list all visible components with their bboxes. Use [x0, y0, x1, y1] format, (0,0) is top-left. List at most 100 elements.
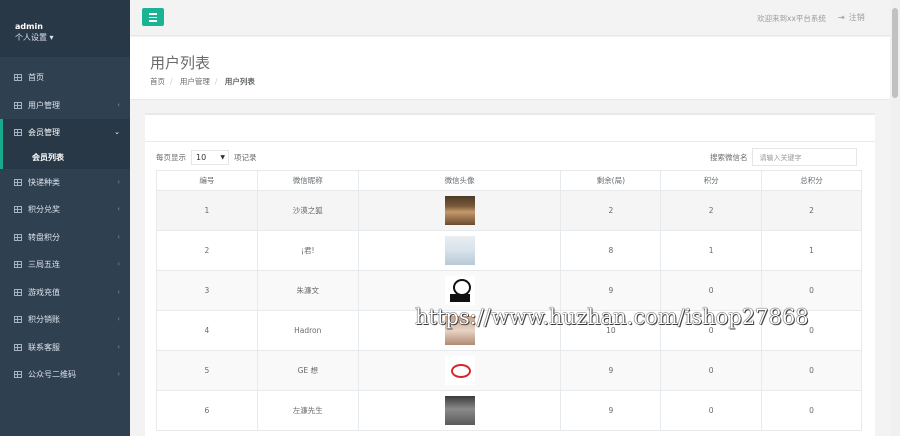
cell-id: 4	[156, 310, 258, 351]
sidebar-item-wheel-points[interactable]: 转盘积分 ‹	[0, 224, 130, 252]
chevron-left-icon: ‹	[117, 260, 120, 268]
page-title: 用户列表	[150, 54, 211, 72]
grid-icon	[14, 316, 22, 324]
profile-settings-menu[interactable]: 个人设置 ▾	[15, 32, 130, 44]
grid-icon	[14, 101, 22, 109]
col-header-points[interactable]: 积分	[660, 170, 763, 191]
sidebar-item-points-writeoff[interactable]: 积分销账 ‹	[0, 306, 130, 334]
page-scrollbar[interactable]	[890, 0, 900, 436]
page-header: 用户列表 首页 / 用户管理 / 用户列表	[130, 37, 890, 100]
col-header-avatar[interactable]: 微信头像	[357, 170, 562, 191]
cell-avatar	[357, 390, 562, 431]
caret-down-icon: ▼	[220, 154, 225, 161]
welcome-text: 欢迎来到xx平台系统	[757, 14, 826, 23]
col-header-nickname[interactable]: 微信昵称	[256, 170, 359, 191]
grid-icon	[14, 74, 22, 82]
sidebar-item-qr-code[interactable]: 公众号二维码 ‹	[0, 361, 130, 389]
chevron-left-icon: ‹	[117, 205, 120, 213]
grid-icon	[14, 261, 22, 269]
sidebar-item-contact-support[interactable]: 联系客服 ‹	[0, 334, 130, 362]
cell-remaining: 9	[560, 350, 662, 391]
scrollbar-thumb[interactable]	[892, 8, 898, 98]
cell-id: 2	[156, 230, 258, 271]
sidebar-item-user-management[interactable]: 用户管理 ‹	[0, 92, 130, 120]
sign-out-icon: ⇥	[838, 13, 845, 22]
sidebar-item-points-redeem[interactable]: 积分兑奖 ‹	[0, 196, 130, 224]
cell-avatar	[357, 190, 562, 231]
chevron-left-icon: ‹	[117, 100, 120, 109]
grid-icon	[14, 288, 22, 296]
cell-remaining: 9	[560, 390, 662, 431]
cell-id: 6	[156, 390, 258, 431]
member-table: 编号 微信昵称 微信头像 剩余(局) 积分 总积分 1 沙漠之狐 2 2 2 2…	[156, 170, 862, 431]
cell-points: 1	[660, 230, 763, 271]
cell-nickname: GE 想	[256, 350, 359, 391]
sidebar-nav: 首页 用户管理 ‹ 会员管理 ⌄ 会员列表 快递种类 ‹ 积分兑奖 ‹ 转盘积分 ‹ 三局…	[0, 64, 130, 389]
logout-link[interactable]: ⇥ 注销	[838, 12, 865, 23]
col-header-remaining[interactable]: 剩余(局)	[560, 170, 662, 191]
cell-nickname: ¡君!	[256, 230, 359, 271]
hamburger-icon-line	[149, 16, 157, 18]
table-row: 2 ¡君! 8 1 1	[156, 230, 862, 271]
cell-points: 0	[660, 390, 763, 431]
chevron-left-icon: ‹	[117, 342, 120, 351]
sidebar-subitem-member-list[interactable]: 会员列表	[0, 146, 130, 169]
watermark: https://www.huzhan.com/ishop27868	[415, 305, 809, 329]
avatar	[444, 356, 475, 385]
chevron-left-icon: ‹	[117, 177, 120, 186]
page-length-select[interactable]: 10 ▼	[191, 150, 229, 165]
cell-id: 1	[156, 190, 258, 231]
chevron-left-icon: ‹	[117, 287, 120, 296]
table-row: 1 沙漠之狐 2 2 2	[156, 190, 862, 231]
cell-points: 0	[660, 350, 763, 391]
sidebar-item-three-five[interactable]: 三局五连 ‹	[0, 251, 130, 279]
breadcrumb-user-management[interactable]: 用户管理	[180, 77, 210, 86]
grid-icon	[14, 233, 22, 241]
avatar	[444, 196, 475, 225]
content-box-title	[145, 115, 875, 142]
table-header-row: 编号 微信昵称 微信头像 剩余(局) 积分 总积分	[156, 170, 862, 191]
profile-block: admin 个人设置 ▾	[0, 0, 130, 57]
col-header-id[interactable]: 编号	[156, 170, 258, 191]
grid-icon	[14, 343, 22, 351]
cell-id: 3	[156, 270, 258, 311]
chevron-left-icon: ‹	[117, 315, 120, 323]
sidebar-item-courier-types[interactable]: 快递种类 ‹	[0, 169, 130, 197]
cell-avatar	[357, 230, 562, 271]
avatar	[444, 236, 475, 265]
cell-points: 2	[660, 190, 763, 231]
sidebar-item-home[interactable]: 首页	[0, 64, 130, 92]
grid-icon	[14, 129, 22, 137]
sidebar-item-member-management[interactable]: 会员管理 ⌄	[0, 119, 130, 147]
table-row: 6 左濂先生 9 0 0	[156, 390, 862, 431]
caret-down-icon: ▾	[47, 33, 54, 42]
cell-total: 1	[761, 230, 862, 271]
hamburger-icon	[149, 13, 157, 15]
cell-total: 0	[761, 390, 862, 431]
sidebar-item-game-recharge[interactable]: 游戏充值 ‹	[0, 279, 130, 307]
cell-total: 0	[761, 350, 862, 391]
chevron-left-icon: ‹	[117, 370, 120, 378]
search-control: 搜索微信名 请输入关键字	[710, 148, 857, 166]
grid-icon	[14, 178, 22, 186]
table-row: 5 GE 想 9 0 0	[156, 350, 862, 391]
cell-nickname: Hadron	[256, 310, 359, 351]
cell-nickname: 沙漠之狐	[256, 190, 359, 231]
profile-username: admin	[15, 22, 43, 31]
cell-remaining: 2	[560, 190, 662, 231]
table-controls: 每页显示 10 ▼ 项记录 搜索微信名 请输入关键字	[145, 142, 875, 172]
avatar	[444, 276, 475, 305]
chevron-down-icon: ⌄	[114, 128, 120, 136]
col-header-total[interactable]: 总积分	[761, 170, 862, 191]
search-input[interactable]: 请输入关键字	[751, 148, 857, 166]
chevron-left-icon: ‹	[117, 232, 120, 241]
cell-nickname: 朱濂文	[256, 270, 359, 311]
hamburger-icon-line	[149, 20, 157, 22]
topbar: 欢迎来到xx平台系统 ⇥ 注销	[130, 0, 890, 36]
menu-toggle-button[interactable]	[142, 8, 164, 26]
grid-icon	[14, 371, 22, 379]
cell-id: 5	[156, 350, 258, 391]
breadcrumb-home[interactable]: 首页	[150, 77, 165, 86]
cell-remaining: 8	[560, 230, 662, 271]
breadcrumb-current: 用户列表	[224, 77, 255, 86]
